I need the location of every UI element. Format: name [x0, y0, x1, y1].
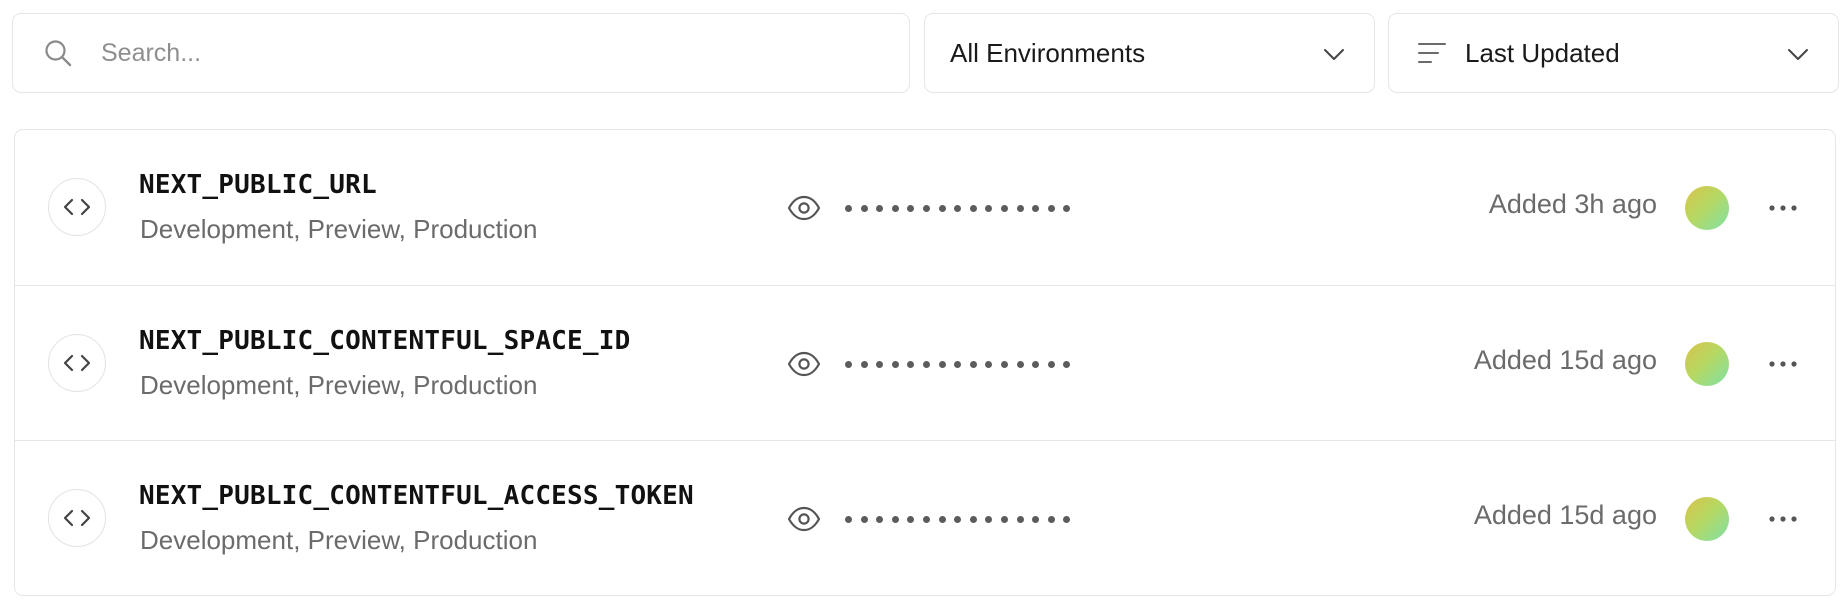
chevron-down-icon [1324, 49, 1344, 60]
avatar [1685, 497, 1729, 541]
search-icon [45, 40, 72, 67]
code-brackets-icon [48, 489, 106, 547]
avatar [1685, 342, 1729, 386]
search-box[interactable] [12, 13, 910, 93]
sort-lines-icon [1418, 43, 1446, 63]
env-variable-row[interactable]: NEXT_PUBLIC_URL Development, Preview, Pr… [15, 130, 1835, 285]
env-variable-list: NEXT_PUBLIC_URL Development, Preview, Pr… [14, 129, 1836, 596]
variable-environments: Development, Preview, Production [140, 525, 538, 555]
variable-environments: Development, Preview, Production [140, 370, 538, 400]
added-time: Added 3h ago [1488, 189, 1657, 219]
code-brackets-icon [48, 334, 106, 392]
search-input[interactable] [101, 38, 861, 68]
variable-environments: Development, Preview, Production [140, 214, 538, 244]
eye-icon[interactable] [787, 191, 821, 225]
environment-select-value: All Environments [950, 37, 1146, 68]
env-variable-row[interactable]: NEXT_PUBLIC_CONTENTFUL_SPACE_ID Developm… [15, 285, 1835, 440]
code-brackets-icon [48, 178, 106, 236]
variable-name: NEXT_PUBLIC_URL [139, 170, 377, 200]
added-time: Added 15d ago [1473, 500, 1657, 530]
added-time: Added 15d ago [1473, 345, 1657, 375]
chevron-down-icon [1788, 49, 1808, 60]
avatar [1685, 186, 1729, 230]
sort-select-value: Last Updated [1465, 37, 1620, 68]
masked-value [845, 502, 1079, 536]
masked-value [845, 191, 1079, 225]
eye-icon[interactable] [787, 502, 821, 536]
more-horizontal-icon[interactable] [1768, 352, 1798, 376]
variable-name: NEXT_PUBLIC_CONTENTFUL_SPACE_ID [139, 326, 631, 356]
environment-select[interactable]: All Environments [924, 13, 1375, 93]
eye-icon[interactable] [787, 347, 821, 381]
env-variable-row[interactable]: NEXT_PUBLIC_CONTENTFUL_ACCESS_TOKEN Deve… [15, 440, 1835, 595]
variable-name: NEXT_PUBLIC_CONTENTFUL_ACCESS_TOKEN [139, 481, 694, 511]
filter-toolbar: All Environments Last Updated [0, 0, 1848, 110]
masked-value [845, 347, 1079, 381]
more-horizontal-icon[interactable] [1768, 507, 1798, 531]
sort-select[interactable]: Last Updated [1388, 13, 1839, 93]
more-horizontal-icon[interactable] [1768, 196, 1798, 220]
